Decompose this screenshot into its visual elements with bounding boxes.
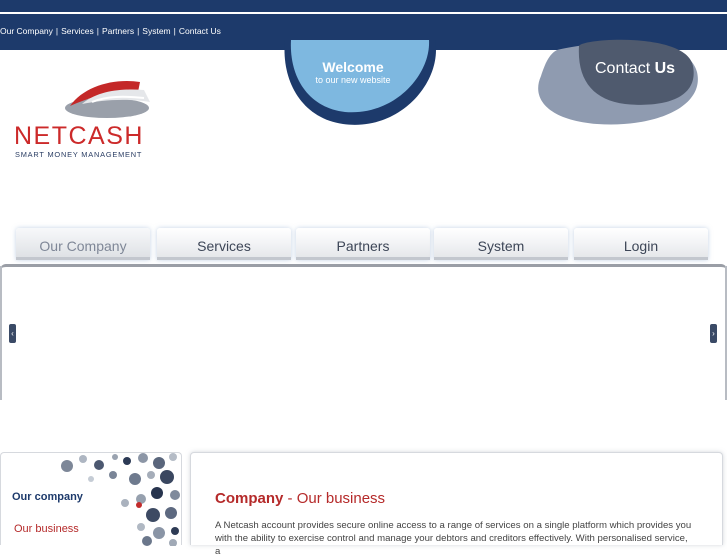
top-bar [0,0,727,12]
top-link-separator: | [55,26,59,36]
logo-wordmark: NETCASH [14,122,144,150]
contact-word: Contact [595,60,651,77]
nav-tab-label: Our Company [39,238,127,254]
welcome-badge[interactable]: Welcome to our new website [283,40,436,126]
netcash-logo[interactable]: NETCASH SMART MONEY MANAGEMENT [12,70,188,165]
nav-tab-label: System [477,238,525,254]
slider-next-icon[interactable]: › [710,324,717,343]
nav-tab-services[interactable]: Services [157,228,291,260]
welcome-subtitle: to our new website [315,75,391,85]
content-body: A Netcash account provides secure online… [215,520,692,557]
sidebar: Our company Our business [0,452,182,546]
welcome-title: Welcome [322,59,384,75]
nav-tab-label: Partners [336,238,390,254]
nav-tab-our-company[interactable]: Our Company [16,228,150,260]
main-nav: Our Company Services Partners System Log… [16,228,714,260]
top-link-our-company[interactable]: Our Company [0,26,53,36]
tab-underline [574,257,708,260]
nav-tab-system[interactable]: System [434,228,568,260]
tab-underline [16,257,150,260]
logo-swoosh-icon [65,81,150,118]
content-title-dash: - [283,490,297,507]
nav-tab-label: Services [197,238,251,254]
content-title-main: Company [215,490,284,507]
contact-us-label: Contact Us [595,60,675,78]
top-link-separator: | [173,26,176,36]
tab-underline [296,257,430,260]
slider-edge [0,266,2,400]
tab-underline [157,257,291,260]
logo-tagline: SMART MONEY MANAGEMENT [15,150,143,159]
sidebar-title: Our company [12,491,83,503]
top-link-services[interactable]: Services [61,26,94,36]
top-link-separator: | [96,26,99,36]
sidebar-link-our-business[interactable]: Our business [14,523,79,535]
slider-prev-icon[interactable]: ‹ [9,324,16,343]
top-links: Our Company | Services | Partners | System | Con… [0,26,221,36]
image-slider [0,264,727,400]
top-link-partners[interactable]: Partners [102,26,134,36]
content-title: Company - Our business [215,490,385,507]
us-word: Us [654,60,676,77]
content-title-sub: Our business [296,490,386,507]
nav-tab-login[interactable]: Login [574,228,708,260]
contact-badge-shape-icon [538,39,698,125]
contact-us-badge[interactable]: Contact Us [537,36,702,128]
nav-tab-partners[interactable]: Partners [296,228,430,260]
content-panel: Company - Our business A Netcash account… [190,452,723,557]
top-link-contact-us[interactable]: Contact Us [179,26,221,36]
top-link-system[interactable]: System [142,26,170,36]
nav-tab-label: Login [623,238,659,254]
tab-underline [434,257,568,260]
